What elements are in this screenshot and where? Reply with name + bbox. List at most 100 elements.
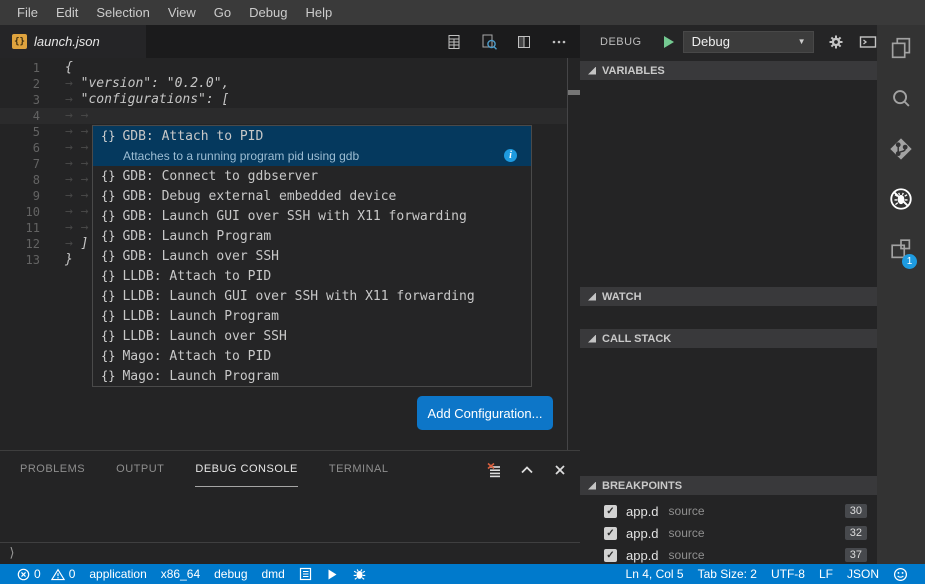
line-number[interactable]: 1	[0, 60, 40, 76]
section-header-call-stack[interactable]: CALL STACK	[580, 329, 877, 348]
code-line[interactable]: 1{	[0, 60, 567, 76]
panel-actions	[486, 462, 568, 478]
suggest-item-label: Mago: Attach to PID	[122, 349, 271, 364]
eol-sequence[interactable]: LF	[812, 564, 840, 584]
suggest-item-selected[interactable]: {} GDB: Attach to PID	[93, 126, 531, 146]
code-line[interactable]: 2→ "version": "0.2.0",	[0, 76, 567, 92]
source-control-icon[interactable]	[888, 136, 914, 162]
suggest-item[interactable]: {}GDB: Launch over SSH	[93, 246, 531, 266]
section-header-watch[interactable]: WATCH	[580, 287, 877, 306]
editor-group: {} launch.json 1{	[0, 25, 580, 564]
line-number[interactable]: 12	[0, 236, 40, 252]
search-icon[interactable]	[888, 86, 914, 112]
breakpoint-checkbox[interactable]: ✓	[604, 505, 617, 518]
line-number[interactable]: 7	[0, 156, 40, 172]
suggest-item[interactable]: {}Mago: Launch Program	[93, 366, 531, 386]
smiley-icon[interactable]	[886, 564, 915, 584]
debug-icon[interactable]	[888, 186, 914, 212]
line-number[interactable]: 5	[0, 124, 40, 140]
debug-console-icon[interactable]	[859, 33, 877, 51]
run-icon[interactable]	[319, 564, 345, 584]
json-file-icon: {}	[12, 34, 27, 49]
snippet-icon: {}	[101, 209, 115, 223]
tab-output[interactable]: OUTPUT	[116, 451, 164, 487]
menu-help[interactable]: Help	[296, 0, 341, 25]
clear-console-icon[interactable]	[486, 462, 502, 478]
code-line[interactable]: 3→ "configurations": [	[0, 92, 567, 108]
line-number[interactable]: 4	[0, 108, 40, 124]
menu-file[interactable]: File	[8, 0, 47, 25]
line-number[interactable]: 2	[0, 76, 40, 92]
language-mode[interactable]: JSON	[840, 564, 886, 584]
tab-debug-console[interactable]: DEBUG CONSOLE	[195, 451, 297, 487]
line-number[interactable]: 13	[0, 252, 40, 268]
explorer-icon[interactable]	[888, 35, 914, 61]
breakpoint-row[interactable]: ✓ app.d source 30	[580, 500, 877, 522]
add-configuration-button[interactable]: Add Configuration...	[417, 396, 553, 430]
more-actions-icon[interactable]	[550, 33, 568, 51]
close-panel-icon[interactable]	[552, 462, 568, 478]
repl-prompt: ⟩	[8, 546, 16, 561]
debug-config-value: Debug	[692, 34, 730, 49]
line-number[interactable]: 6	[0, 140, 40, 156]
snippet-icon: {}	[101, 369, 115, 383]
suggest-item[interactable]: {}Mago: Attach to PID	[93, 346, 531, 366]
status-arch[interactable]: x86_64	[154, 564, 207, 584]
suggest-item[interactable]: {}GDB: Launch Program	[93, 226, 531, 246]
code-line[interactable]: 4→ →	[0, 108, 567, 124]
search-editor-icon[interactable]	[480, 33, 498, 51]
breakpoint-file: app.d	[626, 504, 659, 519]
info-icon[interactable]: i	[504, 149, 517, 162]
line-number[interactable]: 10	[0, 204, 40, 220]
menu-selection[interactable]: Selection	[87, 0, 158, 25]
menu-view[interactable]: View	[159, 0, 205, 25]
debug-view-title: DEBUG	[600, 36, 642, 48]
tab-launch-json[interactable]: {} launch.json	[0, 25, 146, 58]
suggest-item-label: GDB: Debug external embedded device	[122, 189, 396, 204]
suggest-item-label: GDB: Connect to gdbserver	[122, 169, 318, 184]
line-number[interactable]: 11	[0, 220, 40, 236]
status-build-type[interactable]: application	[82, 564, 153, 584]
bottom-panel: PROBLEMS OUTPUT DEBUG CONSOLE TERMINAL ⟩	[0, 450, 580, 564]
problems-status[interactable]: 0 0	[10, 564, 82, 584]
docs-icon[interactable]	[292, 564, 319, 584]
line-number[interactable]: 9	[0, 188, 40, 204]
split-editor-icon[interactable]	[515, 33, 533, 51]
line-number[interactable]: 8	[0, 172, 40, 188]
suggest-item[interactable]: {}GDB: Connect to gdbserver	[93, 166, 531, 186]
suggest-item[interactable]: {}LLDB: Launch Program	[93, 306, 531, 326]
status-compiler[interactable]: dmd	[255, 564, 292, 584]
encoding[interactable]: UTF-8	[764, 564, 812, 584]
breakpoint-row[interactable]: ✓ app.d source 32	[580, 522, 877, 544]
breakpoint-row[interactable]: ✓ app.d source 37	[580, 544, 877, 566]
menu-go[interactable]: Go	[205, 0, 240, 25]
debug-console-input[interactable]: ⟩	[0, 542, 580, 564]
snippet-icon: {}	[101, 249, 115, 263]
menu-debug[interactable]: Debug	[240, 0, 296, 25]
suggest-item[interactable]: {}GDB: Debug external embedded device	[93, 186, 531, 206]
suggest-item[interactable]: {}LLDB: Attach to PID	[93, 266, 531, 286]
indentation[interactable]: Tab Size: 2	[691, 564, 764, 584]
suggest-item[interactable]: {}LLDB: Launch over SSH	[93, 326, 531, 346]
section-header-variables[interactable]: VARIABLES	[580, 61, 877, 80]
debug-config-select[interactable]: Debug ▼	[683, 31, 815, 53]
tab-problems[interactable]: PROBLEMS	[20, 451, 85, 487]
tab-terminal[interactable]: TERMINAL	[329, 451, 389, 487]
menu-edit[interactable]: Edit	[47, 0, 87, 25]
suggest-item[interactable]: {}GDB: Launch GUI over SSH with X11 forw…	[93, 206, 531, 226]
status-build-mode[interactable]: debug	[207, 564, 254, 584]
open-preview-icon[interactable]	[445, 33, 463, 51]
suggest-item-label: GDB: Launch Program	[122, 229, 271, 244]
breakpoint-checkbox[interactable]: ✓	[604, 527, 617, 540]
suggest-item[interactable]: {}LLDB: Launch GUI over SSH with X11 for…	[93, 286, 531, 306]
breakpoint-checkbox[interactable]: ✓	[604, 549, 617, 562]
start-debug-icon[interactable]	[664, 36, 674, 48]
twistie-icon	[588, 293, 596, 301]
section-header-breakpoints[interactable]: BREAKPOINTS	[580, 476, 877, 495]
bug-icon[interactable]	[345, 564, 374, 584]
watch-body	[580, 306, 877, 329]
maximize-panel-icon[interactable]	[519, 462, 535, 478]
cursor-position[interactable]: Ln 4, Col 5	[619, 564, 691, 584]
line-number[interactable]: 3	[0, 92, 40, 108]
gear-icon[interactable]	[827, 33, 845, 51]
